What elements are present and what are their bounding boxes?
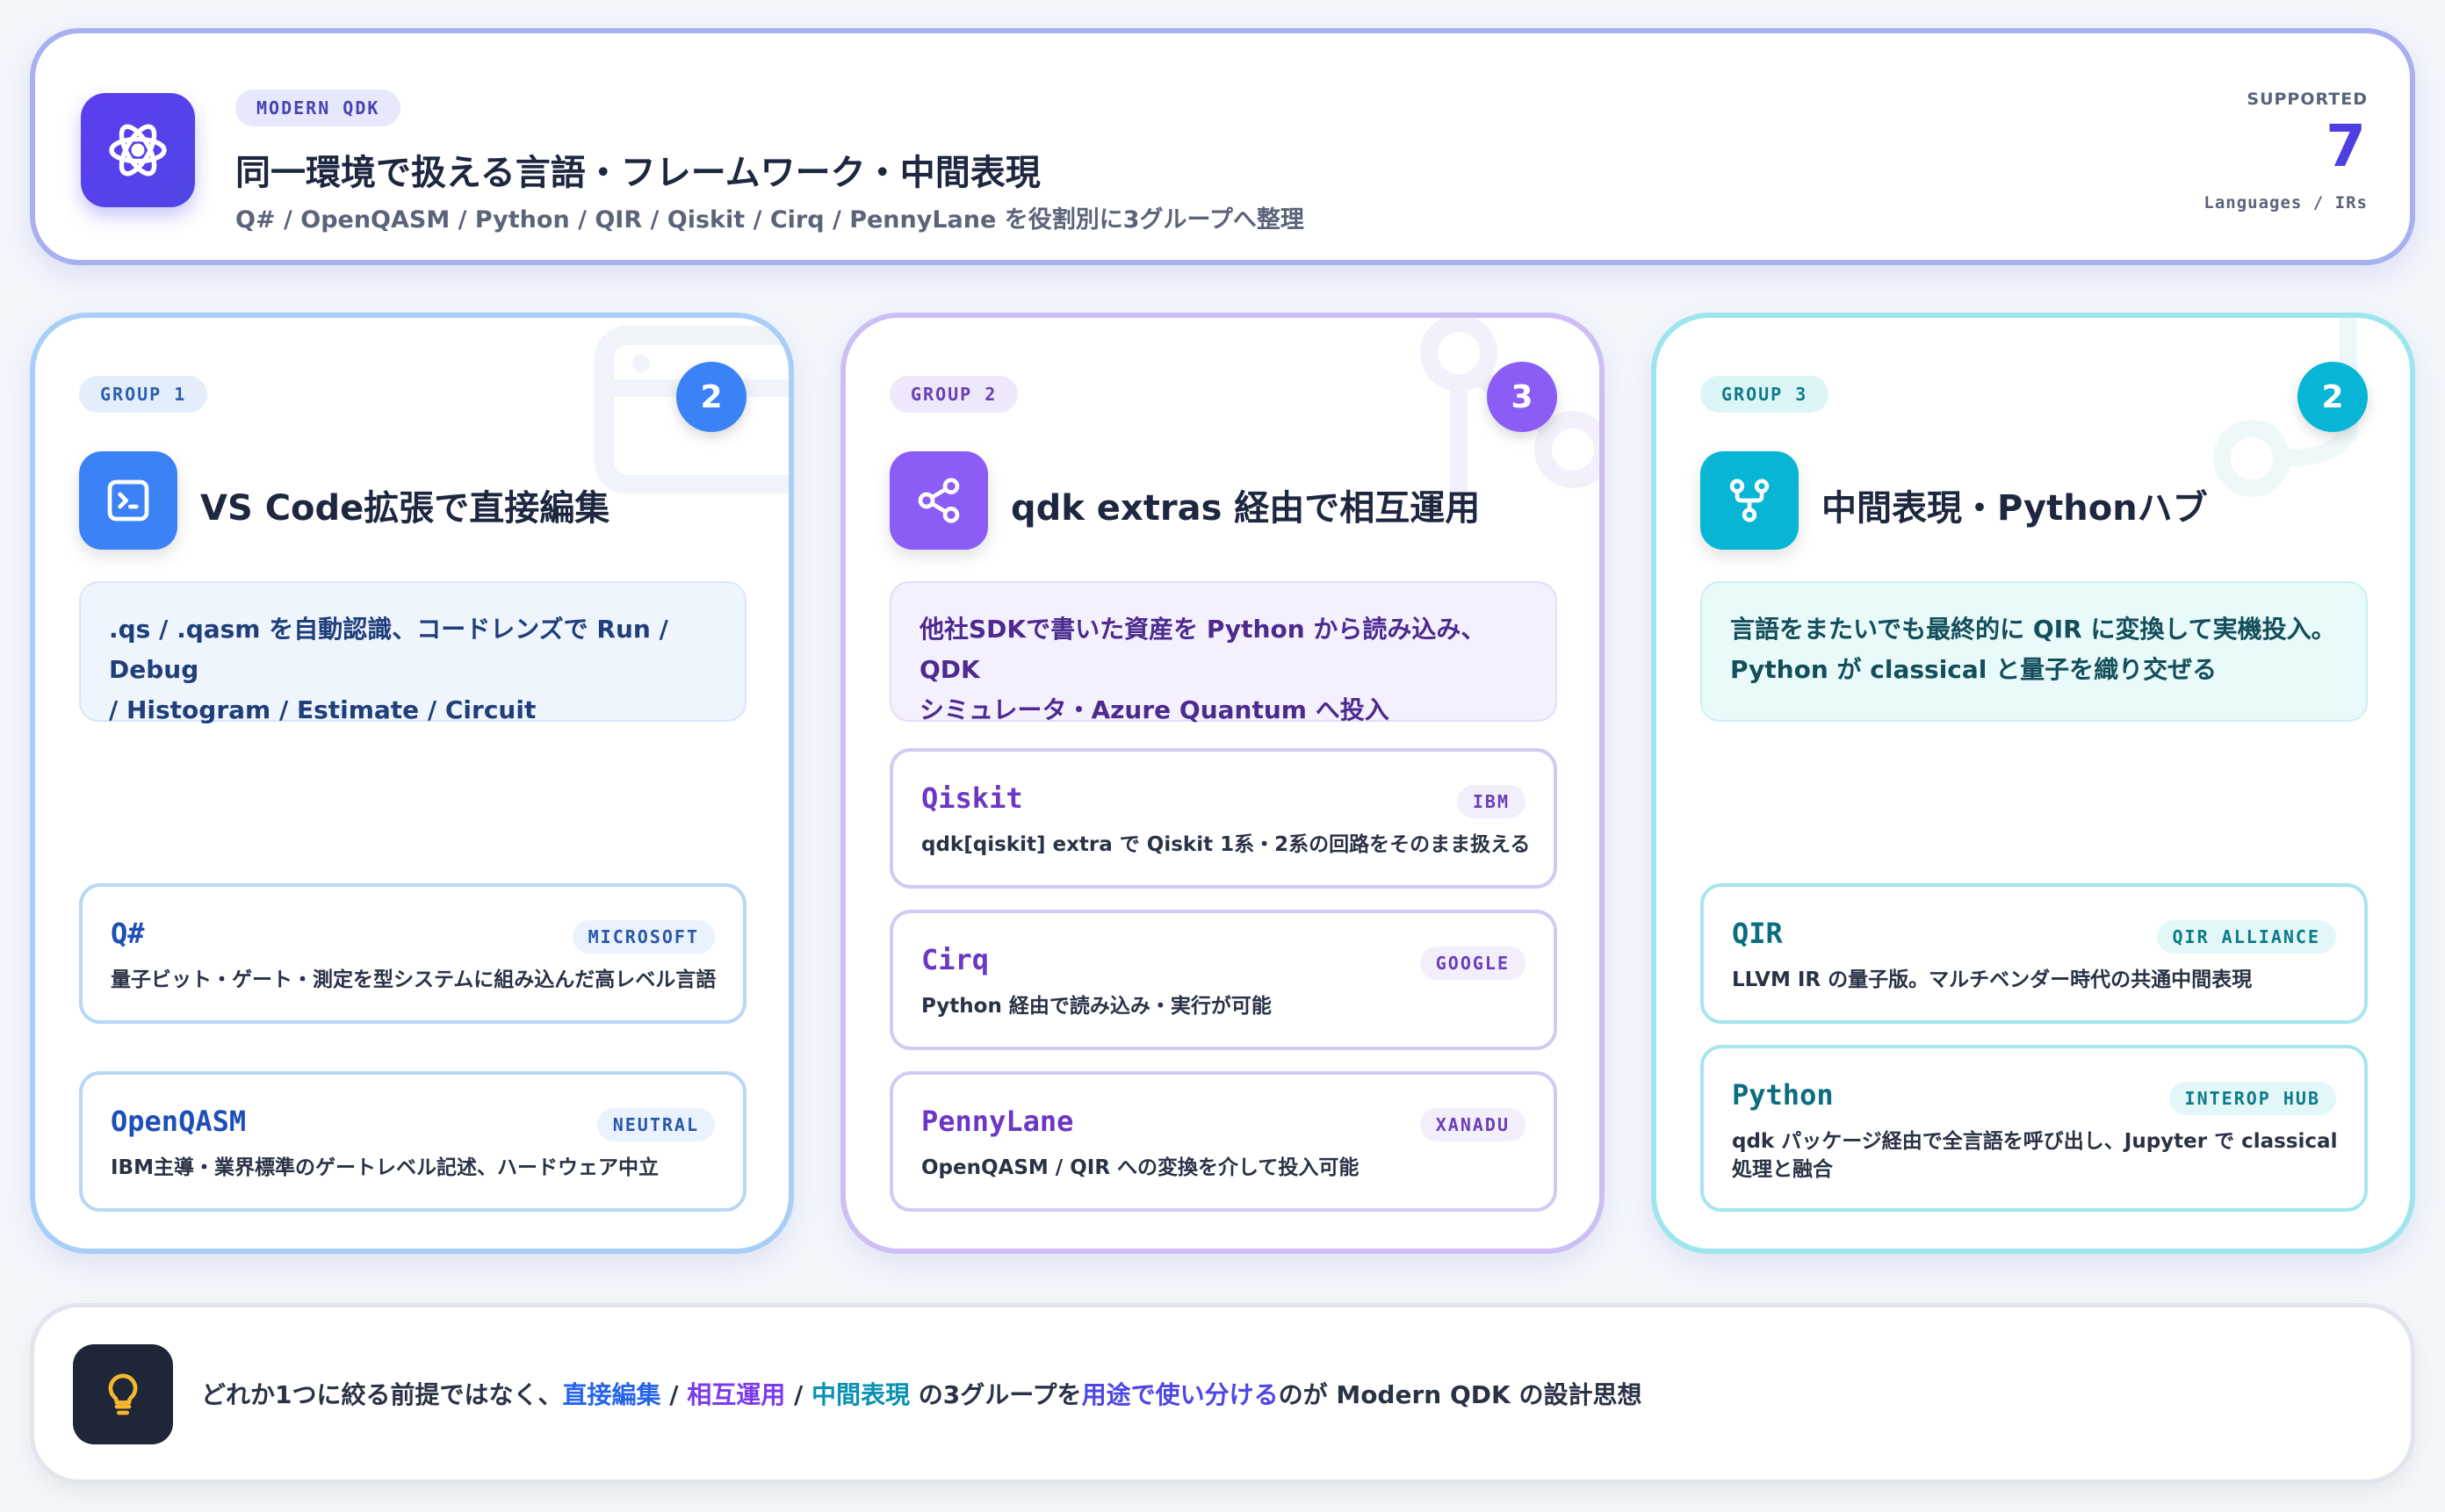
item-tag: QIR ALLIANCE: [2156, 920, 2336, 954]
group-description-line: 言語をまたいでも最終的に QIR に変換して実機投入。: [1730, 615, 2336, 644]
item-name: Q#: [111, 917, 145, 950]
group-description-line: Python が classical と量子を織り交ぜる: [1730, 655, 2218, 684]
group-title: qdk extras 経由で相互運用: [1011, 488, 1481, 529]
item-tag: NEUTRAL: [596, 1108, 715, 1141]
footer-panel: どれか1つに絞る前提ではなく、直接編集 / 相互運用 / 中間表現 の3グループ…: [30, 1303, 2415, 1484]
item-card-qiskit: Qiskit IBM qdk[qiskit] extra で Qiskit 1系…: [890, 748, 1557, 889]
item-description: OpenQASM / QIR への変換を介して投入可能: [921, 1156, 1360, 1179]
group-badge: GROUP 2: [890, 376, 1019, 413]
group-card-2: GROUP 2 3 qdk extras 経由で相互運用 他社SDKで書いた資産…: [840, 313, 1605, 1254]
item-name: Python: [1732, 1078, 1834, 1112]
supported-count: 7: [2326, 112, 2366, 180]
group-description-line: 他社SDKで書いた資産を Python から読み込み、QDK: [920, 615, 1486, 684]
highlight-use-case: 用途で使い分ける: [1081, 1380, 1279, 1409]
item-card-cirq: Cirq GOOGLE Python 経由で読み込み・実行が可能: [890, 910, 1557, 1050]
header-badge: MODERN QDK: [235, 90, 401, 126]
supported-units: Languages / IRs: [2203, 193, 2368, 212]
group-description: .qs / .qasm を自動認識、コードレンズで Run / Debug / …: [79, 581, 746, 724]
item-card-qir: QIR QIR ALLIANCE LLVM IR の量子版。マルチベンダー時代の…: [1700, 883, 2368, 1024]
group-description-line: / Histogram / Estimate / Circuit: [109, 695, 537, 724]
share-icon: [890, 451, 988, 550]
item-card-openqasm: OpenQASM NEUTRAL IBM主導・業界標準のゲートレベル記述、ハード…: [79, 1071, 746, 1212]
group-badge: GROUP 1: [79, 376, 208, 413]
highlight-direct-edit: 直接編集: [562, 1380, 661, 1409]
item-tag: XANADU: [1419, 1108, 1525, 1141]
group-card-3: GROUP 3 2 中間表現・Pythonハブ 言語をまたいでも最終的に QIR…: [1651, 313, 2415, 1254]
page-title: 同一環境で扱える言語・フレームワーク・中間表現: [235, 153, 1041, 193]
item-name: OpenQASM: [111, 1105, 247, 1138]
group-title: 中間表現・Pythonハブ: [1821, 488, 2208, 529]
item-tag: GOOGLE: [1419, 947, 1525, 980]
item-tag: INTEROP HUB: [2168, 1082, 2336, 1115]
group-title: VS Code拡張で直接編集: [200, 488, 610, 529]
item-card-pennylane: PennyLane XANADU OpenQASM / QIR への変換を介して…: [890, 1071, 1557, 1212]
terminal-icon: [79, 451, 177, 550]
item-description: Python 経由で読み込み・実行が可能: [921, 995, 1272, 1018]
hub-icon: [1700, 451, 1799, 550]
item-tag: MICROSOFT: [572, 920, 715, 954]
supported-label: SUPPORTED: [2247, 90, 2368, 109]
item-description: qdk[qiskit] extra で Qiskit 1系・2系の回路をそのまま…: [921, 833, 1531, 856]
group-description: 言語をまたいでも最終的に QIR に変換して実機投入。 Python が cla…: [1700, 581, 2368, 722]
item-description: LLVM IR の量子版。マルチベンダー時代の共通中間表現: [1732, 968, 2253, 991]
group-description: 他社SDKで書いた資産を Python から読み込み、QDK シミュレータ・Az…: [890, 581, 1557, 724]
group-card-1: GROUP 1 2 VS Code拡張で直接編集 .qs / .qasm を自動…: [30, 313, 794, 1254]
group-description-line: シミュレータ・Azure Quantum へ投入: [920, 695, 1389, 724]
item-description: qdk パッケージ経由で全言語を呼び出し、Jupyter で classical…: [1732, 1130, 2338, 1181]
item-name: Cirq: [921, 943, 990, 976]
highlight-interop: 相互運用: [687, 1380, 786, 1409]
item-name: Qiskit: [921, 781, 1023, 815]
lightbulb-icon: [73, 1344, 173, 1444]
item-description: IBM主導・業界標準のゲートレベル記述、ハードウェア中立: [111, 1156, 659, 1179]
footer-message: どれか1つに絞る前提ではなく、直接編集 / 相互運用 / 中間表現 の3グループ…: [201, 1380, 1642, 1409]
item-name: PennyLane: [921, 1105, 1074, 1138]
highlight-ir: 中間表現: [811, 1380, 910, 1409]
page-subtitle: Q# / OpenQASM / Python / QIR / Qiskit / …: [235, 206, 1304, 234]
item-tag: IBM: [1456, 785, 1525, 818]
item-card-qsharp: Q# MICROSOFT 量子ビット・ゲート・測定を型システムに組み込んだ高レベ…: [79, 883, 746, 1024]
group-badge: GROUP 3: [1700, 376, 1829, 413]
item-card-python: Python INTEROP HUB qdk パッケージ経由で全言語を呼び出し、…: [1700, 1045, 2368, 1212]
group-count-badge: 3: [1487, 362, 1557, 432]
header-panel: MODERN QDK 同一環境で扱える言語・フレームワーク・中間表現 Q# / …: [30, 28, 2415, 265]
item-description: 量子ビット・ゲート・測定を型システムに組み込んだ高レベル言語: [111, 968, 717, 991]
group-description-line: .qs / .qasm を自動認識、コードレンズで Run / Debug: [109, 615, 668, 684]
item-name: QIR: [1732, 917, 1783, 950]
group-count-badge: 2: [2297, 362, 2368, 432]
atom-icon: [81, 93, 195, 207]
group-count-badge: 2: [676, 362, 746, 432]
